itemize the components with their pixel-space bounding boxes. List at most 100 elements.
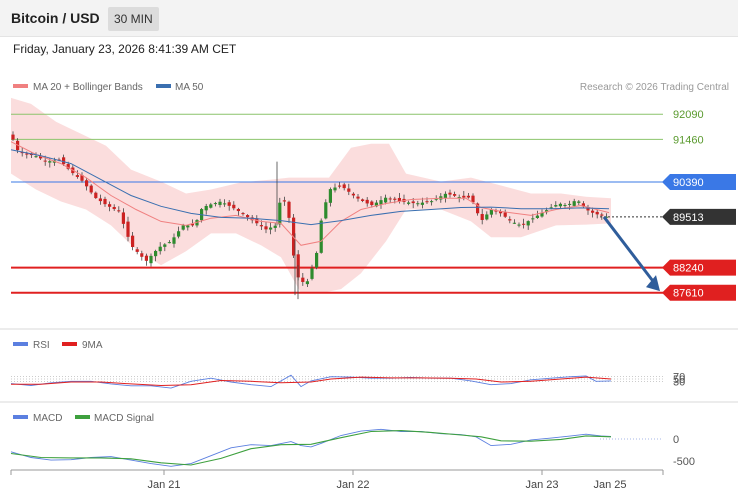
candle-body bbox=[140, 253, 144, 257]
candle-body bbox=[131, 235, 135, 248]
candle-body bbox=[315, 252, 319, 268]
candle-body bbox=[411, 201, 415, 204]
candle-body bbox=[213, 203, 217, 205]
candle-body bbox=[181, 225, 185, 230]
candle-body bbox=[158, 246, 162, 252]
candle-body bbox=[34, 156, 38, 158]
candle-body bbox=[112, 206, 116, 210]
candle-body bbox=[89, 185, 93, 193]
candle-body bbox=[600, 214, 604, 216]
level-label-87610: 87610 bbox=[673, 288, 704, 300]
level-label-92090: 92090 bbox=[673, 109, 704, 121]
candle-body bbox=[462, 195, 466, 198]
candle-body bbox=[568, 203, 572, 205]
candle-body bbox=[361, 199, 365, 202]
candle-body bbox=[425, 201, 429, 203]
candle-body bbox=[416, 203, 420, 205]
macd-signal-legend-swatch bbox=[75, 415, 90, 419]
candle-body bbox=[223, 203, 227, 205]
candle-body bbox=[246, 215, 250, 218]
candle-body bbox=[407, 202, 411, 204]
candle-body bbox=[227, 202, 231, 206]
candle-body bbox=[448, 192, 452, 195]
candle-body bbox=[98, 198, 102, 202]
candle-body bbox=[209, 204, 213, 208]
rsi-legend-swatch bbox=[13, 342, 28, 346]
candle-body bbox=[204, 206, 208, 211]
candle-body bbox=[259, 225, 263, 227]
candle-body bbox=[591, 210, 595, 213]
level-label-91460: 91460 bbox=[673, 134, 704, 146]
candle-body bbox=[85, 180, 89, 187]
candle-body bbox=[531, 218, 535, 220]
candle-body bbox=[154, 250, 158, 257]
chart-canvas: MA 20 + Bollinger Bands MA 50 Research © 2… bbox=[0, 82, 738, 491]
candle-body bbox=[232, 204, 236, 209]
candle-body bbox=[489, 209, 493, 215]
candle-body bbox=[517, 224, 521, 226]
x-tick-label: Jan 21 bbox=[147, 479, 180, 491]
candle-body bbox=[535, 215, 539, 219]
candle-body bbox=[121, 212, 125, 224]
candle-body bbox=[365, 199, 369, 204]
macd-legend-label: MACD bbox=[33, 413, 62, 424]
candle-body bbox=[508, 219, 512, 221]
candle-body bbox=[453, 194, 457, 196]
candle-body bbox=[287, 201, 291, 218]
candle-body bbox=[218, 201, 222, 205]
macd-signal-legend-label: MACD Signal bbox=[94, 413, 154, 424]
candle-body bbox=[443, 193, 447, 199]
candle-body bbox=[347, 188, 351, 192]
level-label-90390: 90390 bbox=[673, 177, 704, 189]
bollinger-band bbox=[11, 97, 611, 294]
macd-signal-line bbox=[10, 430, 612, 466]
candle-body bbox=[94, 192, 98, 199]
candle-body bbox=[512, 222, 516, 224]
candle-body bbox=[269, 227, 273, 230]
macd-tick-label: 0 bbox=[673, 434, 679, 446]
candle-body bbox=[526, 221, 530, 226]
rsi-level-label: 30 bbox=[673, 377, 685, 389]
candle-body bbox=[117, 210, 121, 212]
candle-body bbox=[342, 184, 346, 189]
candle-body bbox=[384, 197, 388, 203]
candle-body bbox=[149, 255, 153, 264]
candle-body bbox=[177, 231, 181, 237]
candle-body bbox=[572, 201, 576, 206]
candle-body bbox=[393, 198, 397, 200]
candle-body bbox=[356, 196, 360, 199]
candle-body bbox=[480, 214, 484, 220]
candle-body bbox=[108, 204, 112, 207]
candle-body bbox=[420, 202, 424, 205]
candle-body bbox=[62, 157, 66, 165]
rsi-legend-label: RSI bbox=[33, 340, 50, 351]
copyright-text: Research © 2026 Trading Central bbox=[580, 82, 729, 93]
ma50-legend-swatch bbox=[156, 84, 171, 88]
candle-body bbox=[103, 198, 107, 205]
candle-body bbox=[558, 203, 562, 207]
candle-body bbox=[167, 242, 171, 244]
rsi-ma-legend-swatch bbox=[62, 342, 77, 346]
macd-tick-label: -500 bbox=[673, 456, 695, 468]
candle-body bbox=[522, 223, 526, 225]
ma50-legend-label: MA 50 bbox=[175, 82, 204, 93]
candle-body bbox=[351, 193, 355, 196]
candle-body bbox=[554, 205, 558, 207]
candle-body bbox=[305, 281, 309, 285]
candle-body bbox=[236, 208, 240, 212]
candle-body bbox=[273, 225, 277, 228]
candle-body bbox=[370, 201, 374, 206]
candle-body bbox=[595, 211, 599, 215]
rsi-ma-legend-label: 9MA bbox=[82, 340, 103, 351]
ma20-legend-swatch bbox=[13, 84, 28, 88]
candle-body bbox=[333, 187, 337, 191]
candle-body bbox=[135, 249, 139, 252]
candle-body bbox=[338, 185, 342, 187]
candle-body bbox=[466, 195, 470, 198]
x-tick-label: Jan 23 bbox=[525, 479, 558, 491]
candle-body bbox=[388, 198, 392, 200]
ma20-legend-label: MA 20 + Bollinger Bands bbox=[33, 82, 143, 93]
macd-line bbox=[10, 428, 612, 467]
candle-body bbox=[397, 197, 401, 202]
candle-body bbox=[75, 175, 79, 177]
